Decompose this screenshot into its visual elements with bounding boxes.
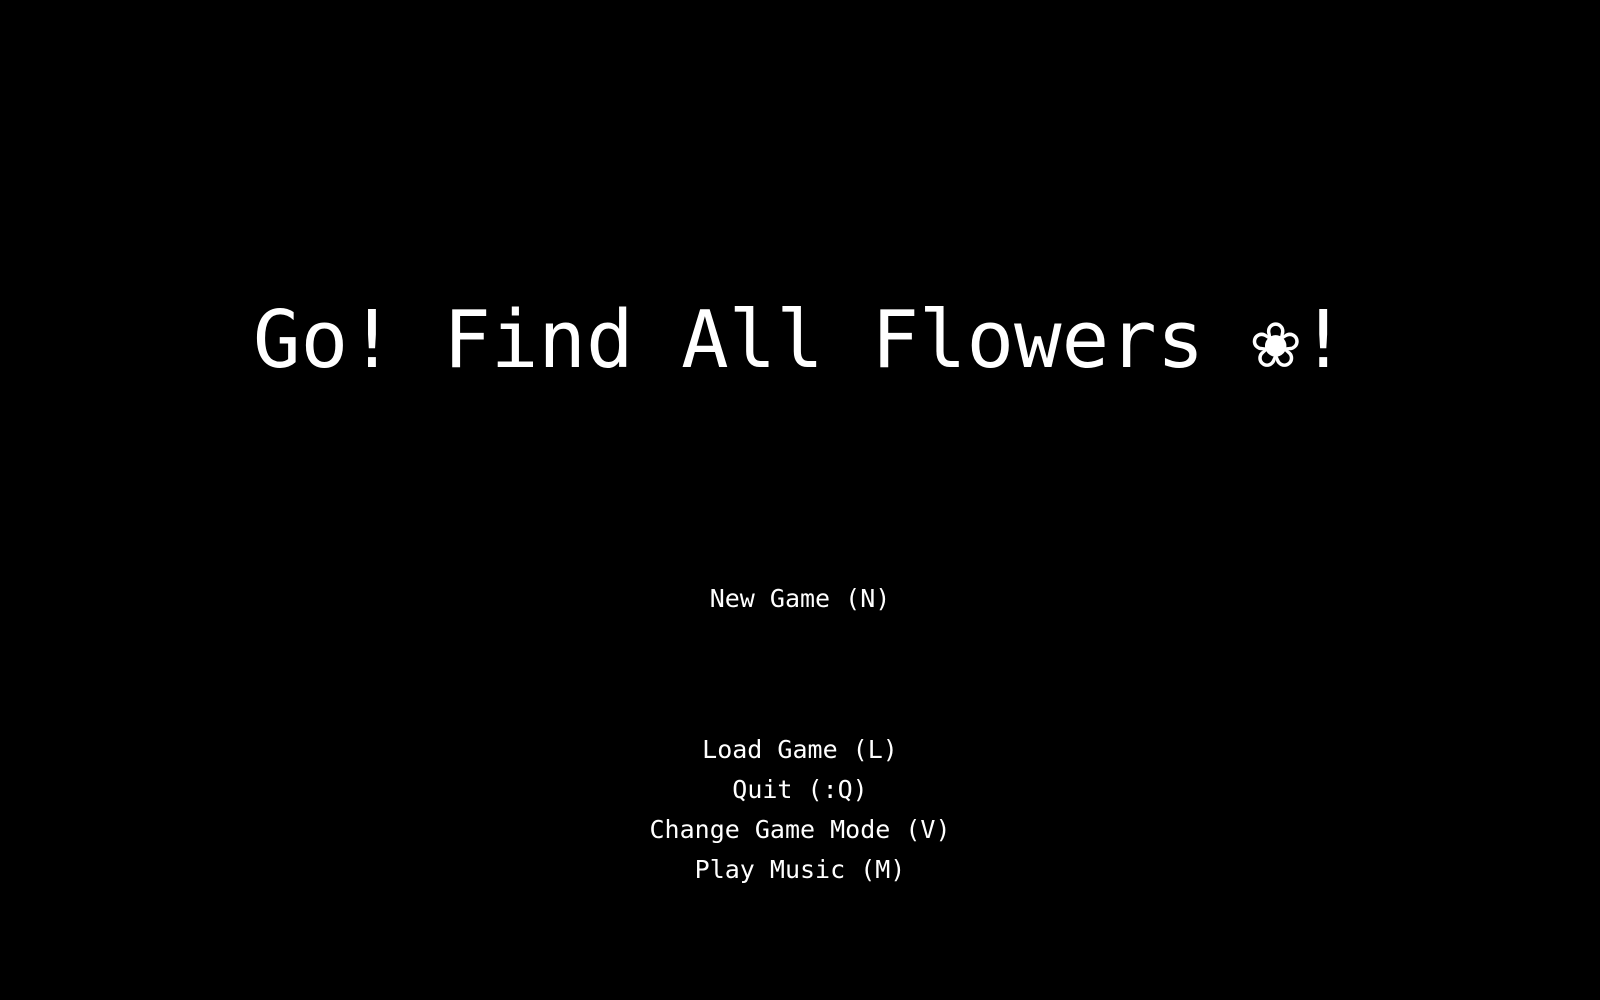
game-title-screen: Go! Find All Flowers ❀! New Game (N) Loa… — [0, 0, 1600, 1000]
quit-option[interactable]: Quit (:Q) — [0, 772, 1600, 808]
change-game-mode-option[interactable]: Change Game Mode (V) — [0, 812, 1600, 848]
load-game-option[interactable]: Load Game (L) — [0, 732, 1600, 768]
game-title: Go! Find All Flowers ❀! — [253, 294, 1347, 386]
play-music-option[interactable]: Play Music (M) — [0, 852, 1600, 888]
new-game-option[interactable]: New Game (N) — [0, 581, 1600, 617]
